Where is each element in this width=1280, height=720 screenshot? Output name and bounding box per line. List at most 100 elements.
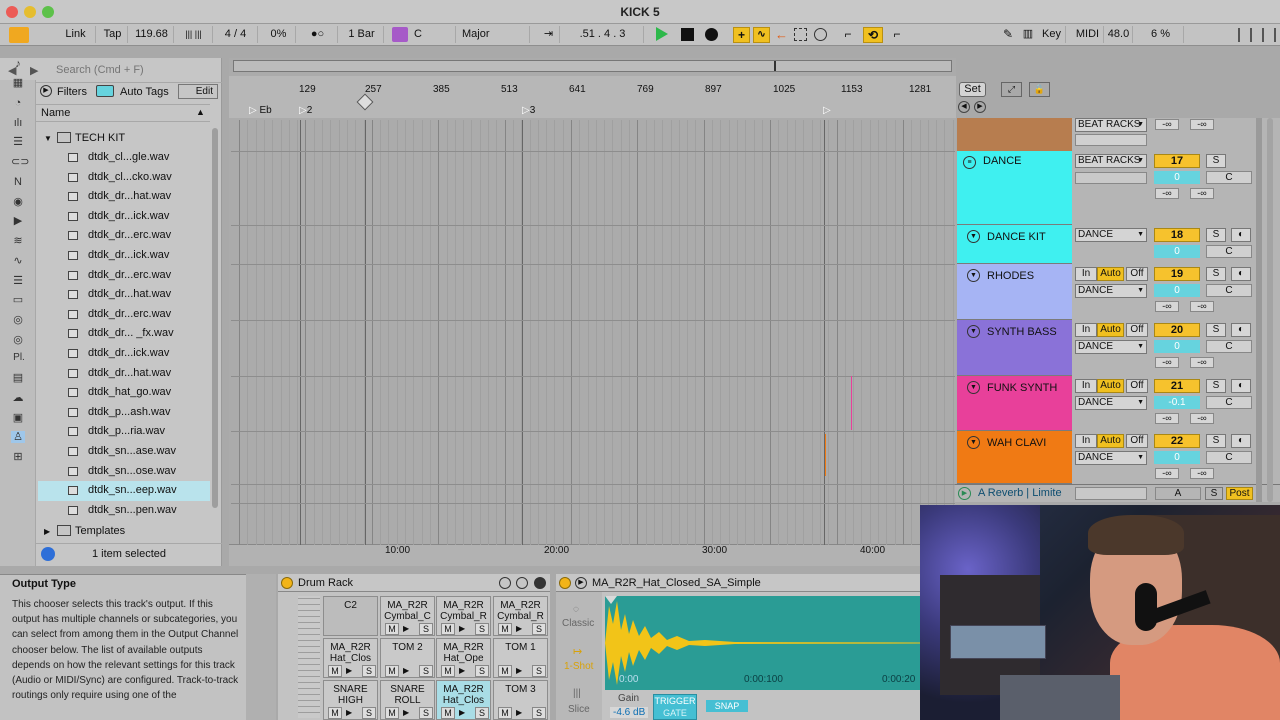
draw-mode-icon[interactable]: ⌐ (838, 27, 858, 43)
pencil-icon[interactable]: ✎ (1000, 27, 1016, 43)
pad-solo-button[interactable]: S (475, 707, 489, 719)
clip-funk-synth[interactable] (851, 376, 854, 430)
pad-solo-button[interactable]: S (362, 707, 376, 719)
pad-mute-button[interactable]: M (385, 623, 399, 635)
monitor-off-button[interactable]: Off (1126, 267, 1148, 281)
plugins-icon[interactable]: ◉ (11, 196, 25, 208)
file-item[interactable]: dtdk_dr... _fx.wav (38, 324, 210, 344)
pad-mute-button[interactable]: M (441, 665, 455, 677)
pad-play-icon[interactable]: ▶ (459, 623, 465, 634)
file-item[interactable]: dtdk_cl...gle.wav (38, 148, 210, 168)
pad-mute-button[interactable]: M (328, 665, 342, 677)
pan-field[interactable]: C (1206, 245, 1252, 258)
arm-icon[interactable]: ◐ (1231, 267, 1251, 281)
cloud-icon[interactable]: ☁ (11, 392, 25, 404)
pad-overview-grid[interactable] (298, 596, 320, 718)
output-routing-select[interactable]: DANCE (1075, 340, 1147, 354)
file-item[interactable]: dtdk_dr...hat.wav (38, 285, 210, 305)
monitor-auto-button[interactable]: Auto (1097, 434, 1124, 448)
return-solo[interactable]: S (1205, 487, 1223, 500)
rack-macro-icon[interactable] (516, 577, 528, 589)
groove-field[interactable]: 0% (262, 26, 296, 43)
view-toggle-icon[interactable] (9, 27, 29, 43)
pan-field[interactable]: C (1206, 171, 1252, 184)
monitor-in-button[interactable]: In (1075, 323, 1097, 337)
templates-folder[interactable]: Templates (75, 525, 125, 537)
browser-scrollbar[interactable] (212, 128, 218, 508)
monitor-off-button[interactable]: Off (1126, 323, 1148, 337)
tech-kit-folder[interactable]: TECH KIT (75, 132, 125, 144)
pad-mute-button[interactable]: M (441, 707, 455, 719)
scale-select[interactable]: Major (458, 26, 530, 43)
templates-expand-icon[interactable]: ▶ (44, 527, 50, 536)
output-routing-select[interactable]: DANCE (1075, 284, 1147, 298)
midi-map-button[interactable]: MIDI (1072, 26, 1104, 43)
drum-pad[interactable]: MA_R2R Hat_Clos M ▶ S (323, 638, 378, 678)
monitor-in-button[interactable]: In (1075, 267, 1097, 281)
grooves-icon[interactable]: ∿ (11, 255, 25, 267)
audio-effects-icon[interactable]: ılı (11, 117, 25, 129)
track-fold-icon[interactable]: ≡ (963, 156, 976, 169)
key-select[interactable]: C (410, 26, 456, 43)
stop-icon[interactable] (681, 28, 694, 41)
time-ruler[interactable] (229, 544, 956, 566)
max-for-live-icon[interactable]: N (11, 176, 25, 188)
scroll-right-icon[interactable]: ▶ (974, 101, 986, 113)
pad-solo-button[interactable]: S (419, 623, 433, 635)
solo-button[interactable]: S (1206, 154, 1226, 168)
output-routing-select[interactable]: DANCE (1075, 228, 1147, 242)
drum-pad[interactable]: MA_R2R Hat_Clos M ▶ S (436, 680, 491, 720)
file-item[interactable]: dtdk_dr...hat.wav (38, 364, 210, 384)
tempo-field[interactable]: 119.68 (130, 26, 174, 43)
monitor-auto-button[interactable]: Auto (1097, 267, 1124, 281)
track-fold-icon[interactable]: ▼ (967, 230, 980, 243)
scroll-left-icon[interactable]: ◀ (958, 101, 970, 113)
simpler-play-icon[interactable]: ▶ (575, 577, 587, 589)
pad-solo-button[interactable]: S (475, 623, 489, 635)
track-header[interactable]: ▼ SYNTH BASS (957, 320, 1072, 376)
pad-solo-button[interactable]: S (532, 707, 546, 719)
track-fold-icon[interactable]: ▼ (967, 436, 980, 449)
gain-value[interactable]: -4.6 dB (610, 707, 649, 718)
pad-play-icon[interactable]: ▶ (459, 707, 465, 718)
nav-forward-icon[interactable]: ▶ (30, 64, 38, 77)
pad-play-icon[interactable]: ▶ (516, 707, 522, 718)
monitor-auto-button[interactable]: Auto (1097, 323, 1124, 337)
volume-field[interactable]: 0 (1154, 245, 1200, 258)
packs-icon[interactable]: ◎ (11, 314, 25, 326)
drum-pad[interactable]: TOM 2 M ▶ S (380, 638, 435, 678)
drums-icon[interactable]: ▦ (11, 77, 25, 89)
capture-icon[interactable] (794, 28, 807, 41)
save-preset-icon[interactable] (534, 577, 546, 589)
sort-icon[interactable]: ▲ (196, 107, 205, 117)
keyboard-icon[interactable]: ▥ (1020, 27, 1036, 43)
beat-time-ruler[interactable] (229, 76, 956, 118)
one-shot-mode[interactable]: 1-Shot (564, 661, 593, 672)
drum-pad[interactable]: SNARE HIGH M ▶ S (323, 680, 378, 720)
monitor-in-button[interactable]: In (1075, 379, 1097, 393)
output-routing-select[interactable]: DANCE (1075, 451, 1147, 465)
auto-tags-label[interactable]: Auto Tags (120, 86, 169, 98)
edit-button[interactable]: Edit (178, 84, 218, 99)
pad-mute-button[interactable]: M (385, 665, 399, 677)
pan-field[interactable]: C (1206, 340, 1252, 353)
drum-pad[interactable]: SNARE ROLL M ▶ S (380, 680, 435, 720)
track-activator[interactable]: 18 (1154, 228, 1200, 242)
marker-3[interactable]: ▷3 (522, 105, 535, 116)
file-item[interactable]: dtdk_sn...ose.wav (38, 462, 210, 482)
solo-button[interactable]: S (1206, 228, 1226, 242)
drum-pad[interactable]: TOM 1 M ▶ S (493, 638, 548, 678)
file-item[interactable]: dtdk_dr...ick.wav (38, 344, 210, 364)
classic-mode-icon[interactable]: ◌ (573, 604, 579, 615)
automation-arm-icon[interactable]: ∿ (753, 27, 770, 43)
solo-button[interactable]: S (1206, 434, 1226, 448)
track-fold-icon[interactable]: ▼ (967, 269, 980, 282)
top-routing-select[interactable]: BEAT RACKS (1075, 118, 1147, 132)
pad-mute-button[interactable]: M (498, 707, 512, 719)
quantize-select[interactable]: 1 Bar (340, 26, 384, 43)
lock-icon[interactable]: 🔒 (1029, 82, 1050, 97)
solo-button[interactable]: S (1206, 267, 1226, 281)
back-to-arrangement-icon[interactable]: ← (773, 27, 790, 43)
simpler-power-icon[interactable] (559, 577, 571, 589)
drum-pad[interactable]: MA_R2R Cymbal_R M ▶ S (436, 596, 491, 636)
